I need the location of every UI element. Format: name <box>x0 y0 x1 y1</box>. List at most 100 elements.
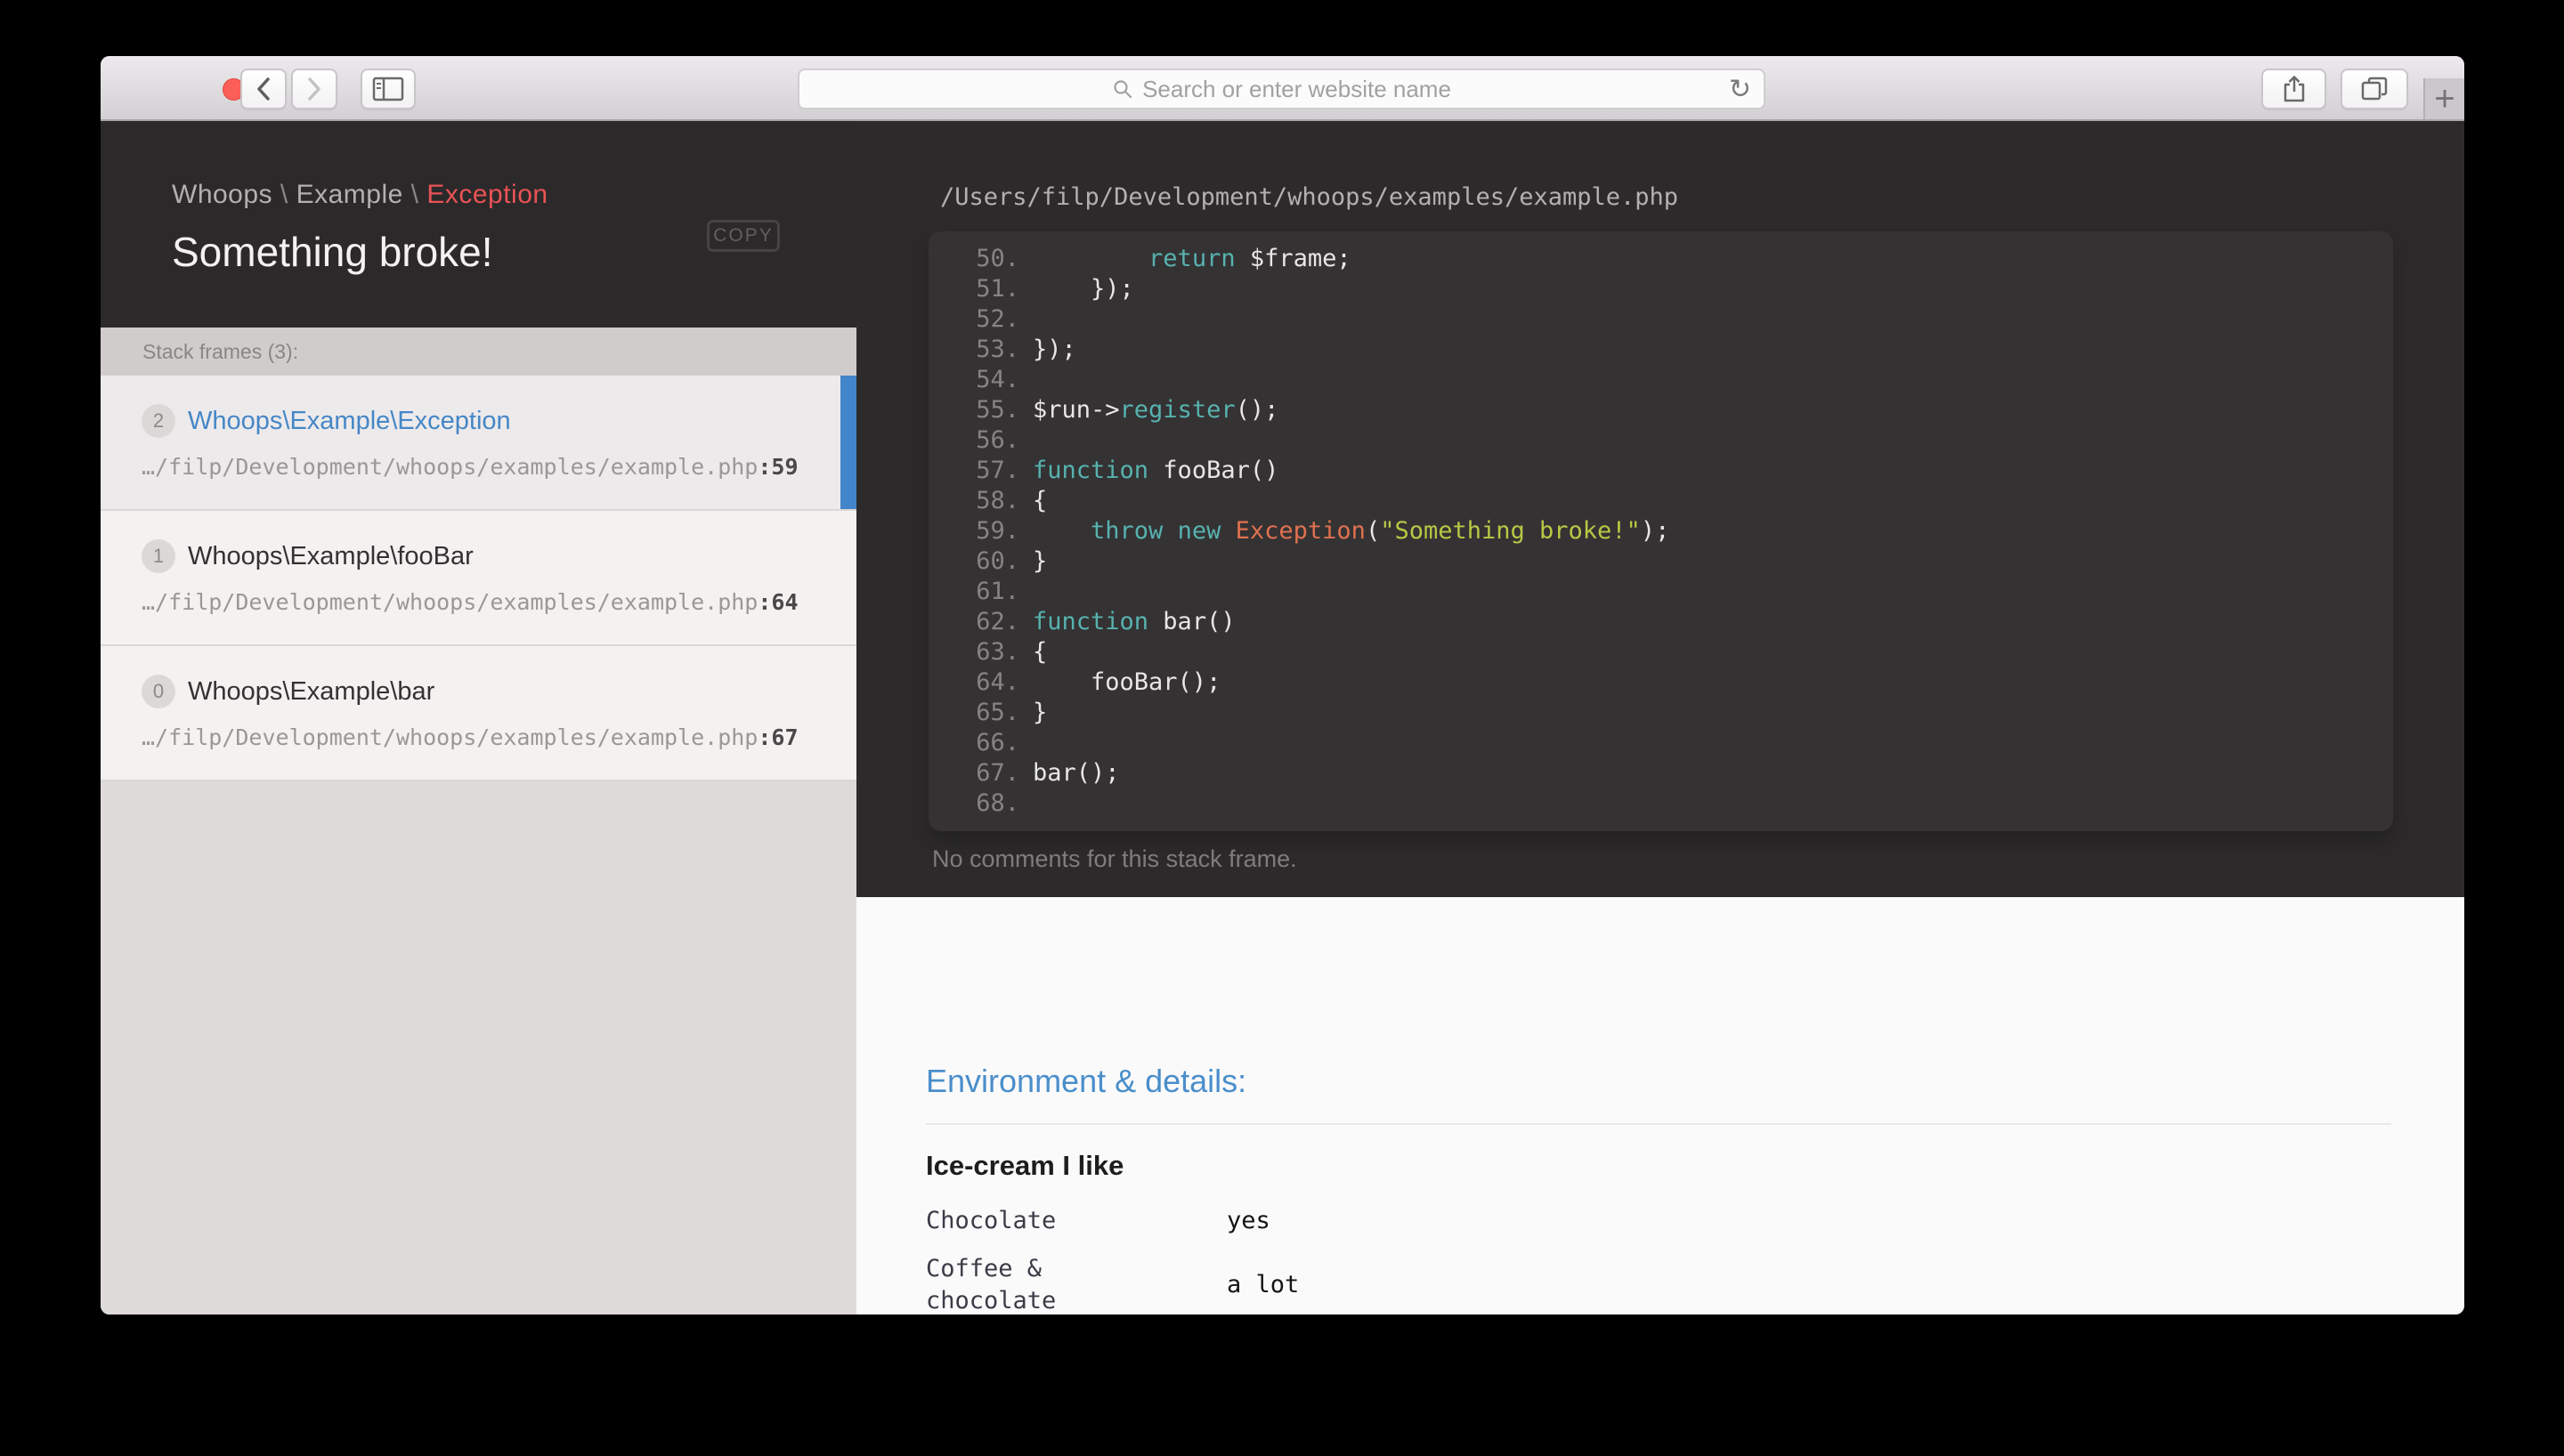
line-number: 63. <box>976 638 1019 666</box>
code-text: } <box>1033 547 1048 575</box>
line-number: 67. <box>976 759 1019 787</box>
code-line: 63. { <box>929 637 2393 667</box>
back-button[interactable] <box>240 69 287 109</box>
frame-class-name: Whoops\Example\fooBar <box>188 541 474 570</box>
line-number: 51. <box>976 275 1019 303</box>
line-number: 65. <box>976 699 1019 726</box>
code-text: bar(); <box>1033 759 1120 787</box>
code-text: { <box>1033 487 1048 514</box>
code-line: 54. <box>929 365 2393 395</box>
frame-line-number: :64 <box>758 589 799 615</box>
line-number: 50. <box>976 245 1019 272</box>
stack-frame-item[interactable]: 0 Whoops\Example\bar …/filp/Development/… <box>101 646 856 781</box>
environment-value: a lot <box>1227 1271 1300 1298</box>
code-line: 65.} <box>929 698 2393 728</box>
breadcrumb-separator: \ <box>272 180 296 209</box>
reload-icon[interactable]: ↻ <box>1729 74 1751 105</box>
frame-class-name: Whoops\Example\Exception <box>188 406 511 435</box>
tabs-icon <box>2360 76 2389 102</box>
environment-table: Chocolate yes Coffee & chocolate a lot S… <box>926 1205 2391 1314</box>
sidebar-toggle-button[interactable] <box>361 69 416 109</box>
code-text: throw new Exception("Something broke!"); <box>1091 517 1670 545</box>
code-line: 56. <box>929 425 2393 456</box>
environment-key: Chocolate <box>926 1207 1057 1234</box>
line-number: 56. <box>976 426 1019 454</box>
line-number: 58. <box>976 487 1019 514</box>
line-number: 53. <box>976 336 1019 363</box>
line-number: 52. <box>976 305 1019 333</box>
line-number: 62. <box>976 608 1019 635</box>
copy-button[interactable]: COPY <box>707 220 780 252</box>
code-line: 67. bar(); <box>929 758 2393 789</box>
frame-class-name: Whoops\Example\bar <box>188 676 435 706</box>
whoops-sidebar: Whoops \ Example \ Exception Something b… <box>101 121 856 1314</box>
frame-file-path: …/filp/Development/whoops/examples/examp… <box>142 454 759 480</box>
breadcrumb-separator: \ <box>402 180 427 209</box>
line-number: 61. <box>976 578 1019 605</box>
breadcrumb-part: Example <box>296 180 403 209</box>
line-number: 66. <box>976 729 1019 756</box>
line-number: 59. <box>976 517 1019 545</box>
new-tab-button[interactable]: + <box>2423 78 2464 119</box>
code-text: function fooBar() <box>1033 457 1279 484</box>
code-line: 55. $run->register(); <box>929 395 2393 425</box>
code-text: }); <box>1033 336 1076 363</box>
line-number: 64. <box>976 668 1019 696</box>
line-number: 54. <box>976 366 1019 393</box>
frame-index-badge: 1 <box>142 539 175 573</box>
stack-frame-item[interactable]: 1 Whoops\Example\fooBar …/filp/Developme… <box>101 511 856 646</box>
breadcrumb: Whoops \ Example \ Exception <box>172 180 856 210</box>
environment-value: yes <box>1227 1207 1270 1234</box>
line-number: 57. <box>976 457 1019 484</box>
divider <box>926 1123 2391 1125</box>
exception-header: Whoops \ Example \ Exception Something b… <box>101 121 856 328</box>
browser-window: Search or enter website name ↻ + Whoops … <box>101 56 2464 1314</box>
address-bar[interactable]: Search or enter website name ↻ <box>798 69 1765 109</box>
frame-file-path: …/filp/Development/whoops/examples/examp… <box>142 589 759 615</box>
share-button[interactable] <box>2261 69 2326 109</box>
environment-table-title: Ice-cream I like <box>926 1150 1124 1181</box>
code-text: fooBar(); <box>1033 668 1221 696</box>
search-icon <box>1112 78 1133 100</box>
code-text: { <box>1033 638 1048 666</box>
chevron-left-icon <box>254 76 273 102</box>
code-line: 53.}); <box>929 335 2393 365</box>
code-text: } <box>1033 699 1048 726</box>
frame-line-number: :59 <box>758 454 799 480</box>
environment-heading: Environment & details: <box>926 1063 1247 1099</box>
browser-toolbar: Search or enter website name ↻ + <box>101 56 2464 121</box>
code-line: 64. fooBar(); <box>929 667 2393 698</box>
exception-class: Exception <box>426 180 548 209</box>
stack-frames-list: 2 Whoops\Example\Exception …/filp/Develo… <box>101 376 856 781</box>
frame-index-badge: 2 <box>142 404 175 438</box>
frame-index-badge: 0 <box>142 675 175 708</box>
code-line: 61. <box>929 577 2393 607</box>
share-icon <box>2283 75 2306 103</box>
code-panel: /Users/filp/Development/whoops/examples/… <box>856 121 2464 897</box>
code-line: 66. <box>929 728 2393 758</box>
code-line: 58. { <box>929 486 2393 516</box>
stack-frame-item[interactable]: 2 Whoops\Example\Exception …/filp/Develo… <box>101 376 856 511</box>
address-bar-placeholder: Search or enter website name <box>1142 75 1451 102</box>
code-line: 52. <box>929 304 2393 335</box>
breadcrumb-part: Whoops <box>172 180 273 209</box>
code-line: 62. function bar() <box>929 607 2393 637</box>
code-line: 57. function fooBar() <box>929 456 2393 486</box>
frame-line-number: :67 <box>758 724 799 750</box>
line-number: 55. <box>976 396 1019 424</box>
environment-key: Coffee & chocolate <box>926 1255 1057 1314</box>
file-path: /Users/filp/Development/whoops/examples/… <box>940 183 1679 211</box>
stack-frames-header: Stack frames (3): <box>101 328 856 376</box>
sidebar-icon <box>372 77 404 101</box>
forward-button[interactable] <box>291 69 337 109</box>
comments-placeholder: No comments for this stack frame. <box>932 845 1297 872</box>
code-line: 50. return $frame; <box>929 244 2393 274</box>
environment-section: Environment & details: Ice-cream I like … <box>856 897 2464 1314</box>
show-all-tabs-button[interactable] <box>2341 69 2408 109</box>
line-number: 60. <box>976 547 1019 575</box>
plus-icon: + <box>2434 78 2455 118</box>
code-text: function bar() <box>1033 608 1236 635</box>
code-line: 59. throw new Exception("Something broke… <box>929 516 2393 546</box>
code-line: 51. }); <box>929 274 2393 304</box>
line-number: 68. <box>976 789 1019 817</box>
